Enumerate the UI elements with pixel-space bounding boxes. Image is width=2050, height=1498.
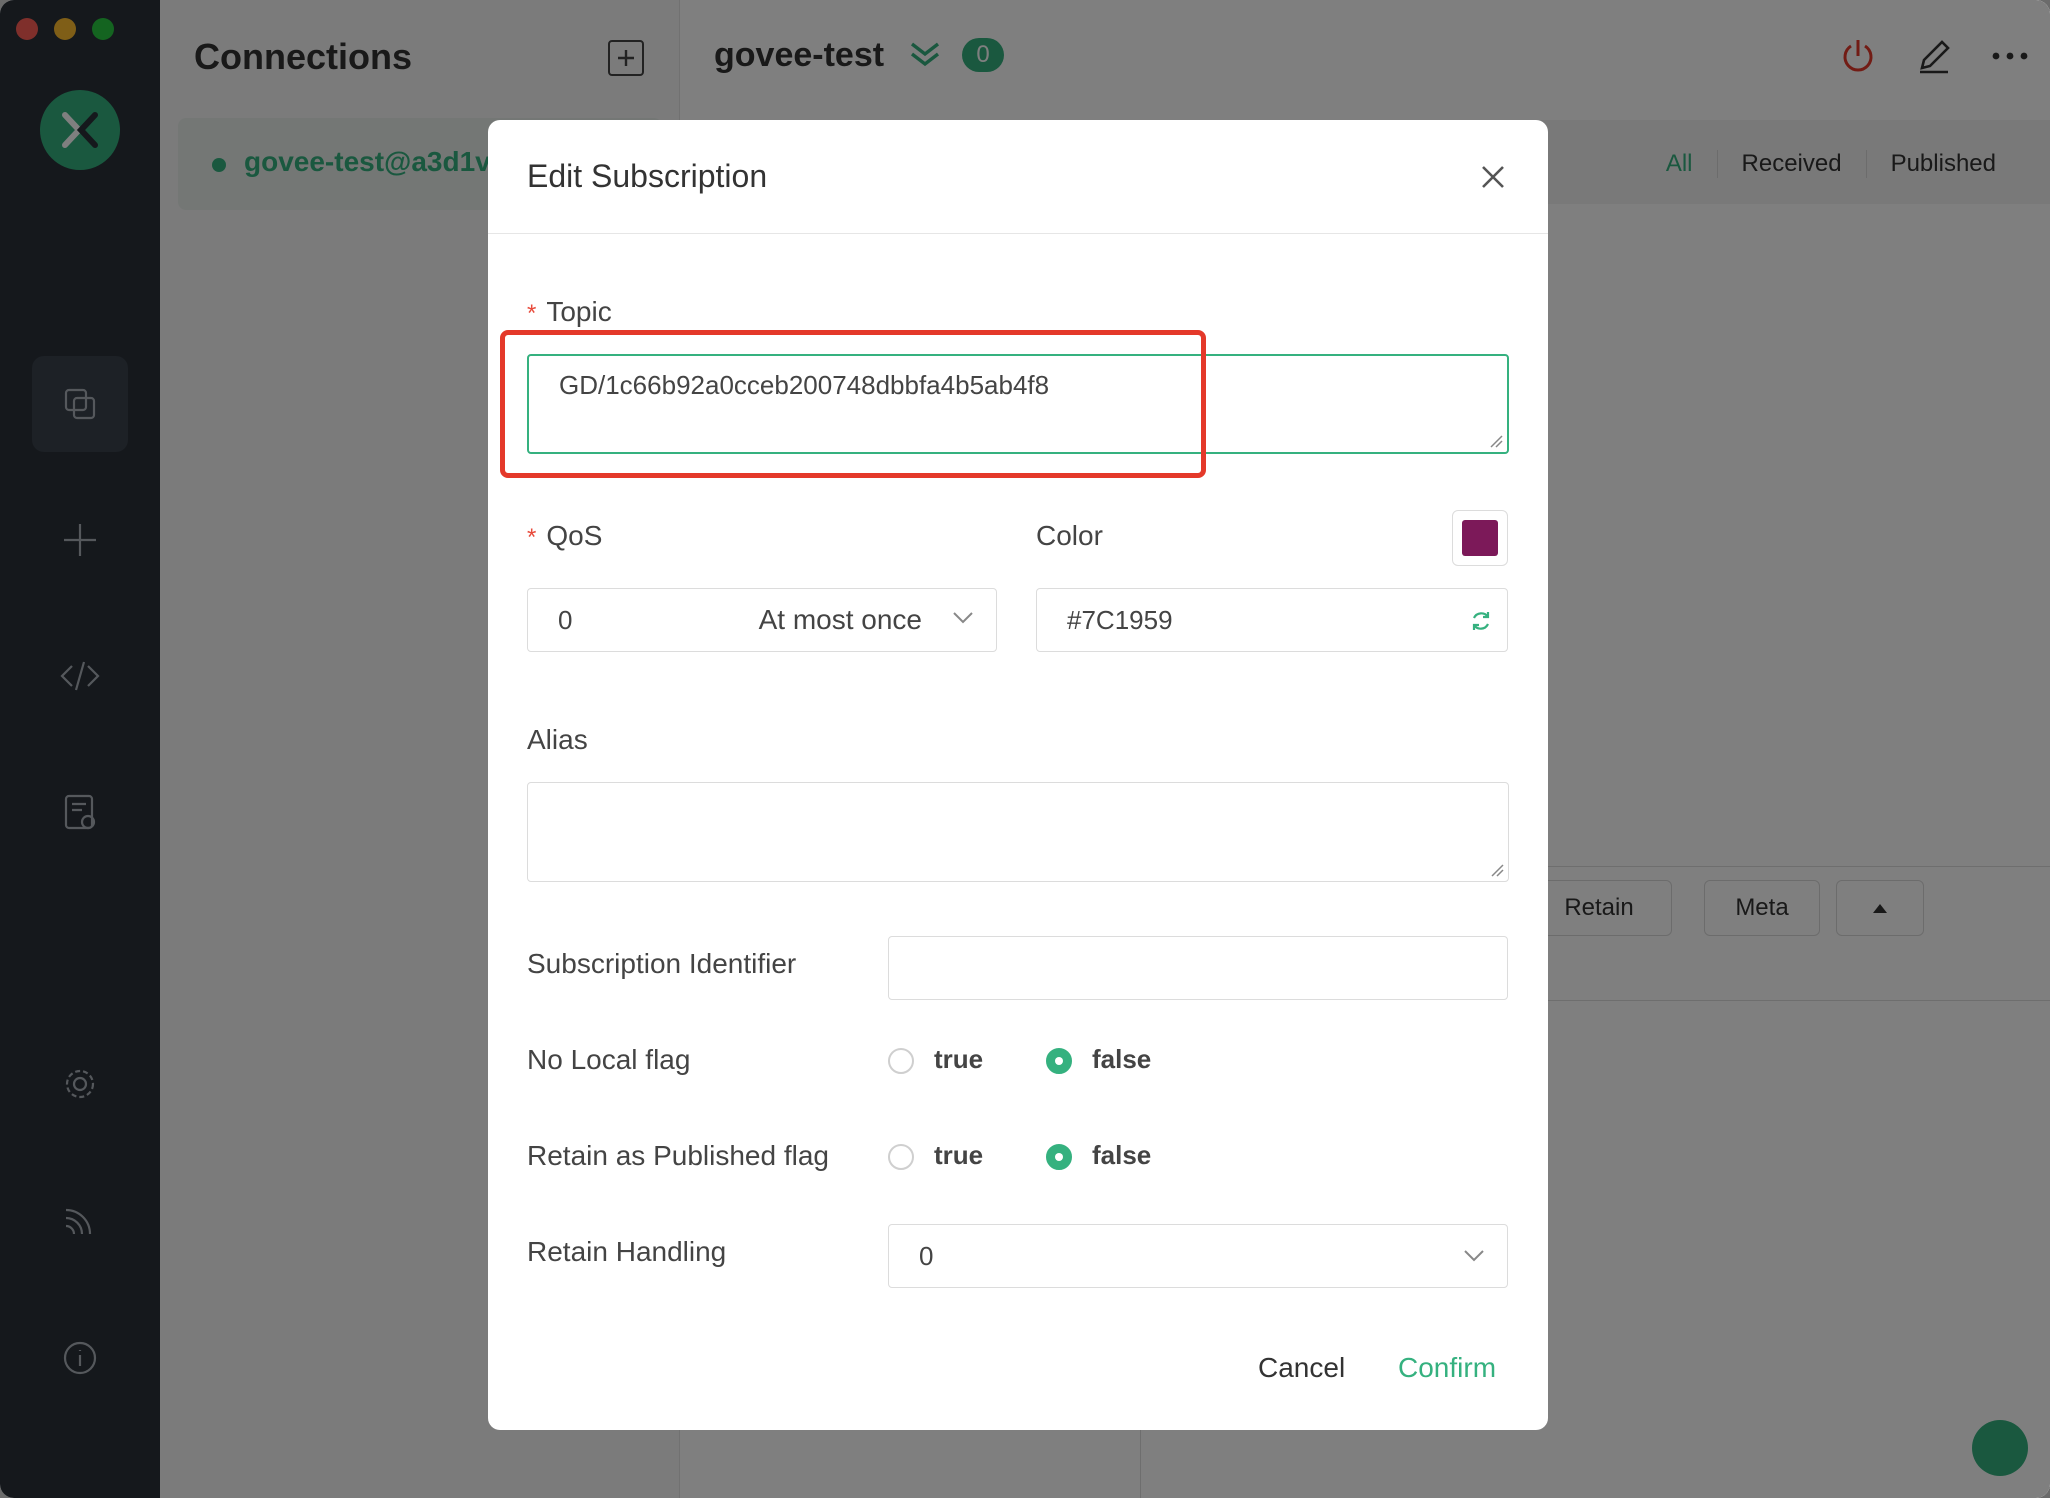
- required-marker: *: [527, 300, 537, 327]
- retain-handling-select[interactable]: 0: [888, 1224, 1508, 1288]
- required-marker: *: [527, 524, 537, 551]
- resize-handle-icon[interactable]: [1490, 863, 1504, 877]
- no-local-true-radio[interactable]: [888, 1048, 914, 1074]
- edit-subscription-dialog: Edit Subscription * Topic GD/1c66b92a0cce…: [488, 120, 1548, 1430]
- retain-as-published-false-label[interactable]: false: [1092, 1140, 1151, 1171]
- color-swatch: [1462, 520, 1498, 556]
- topic-label-text: Topic: [546, 296, 612, 327]
- qos-label: * QoS: [527, 520, 602, 552]
- refresh-icon[interactable]: [1469, 609, 1493, 633]
- qos-value: 0: [558, 605, 573, 635]
- color-value: #7C1959: [1067, 605, 1173, 635]
- dialog-header: Edit Subscription: [488, 120, 1548, 234]
- retain-handling-value: 0: [919, 1241, 934, 1271]
- dialog-title: Edit Subscription: [527, 158, 768, 194]
- subscription-identifier-label: Subscription Identifier: [527, 948, 797, 979]
- color-label: Color: [1036, 520, 1103, 551]
- color-picker-button[interactable]: [1452, 510, 1508, 566]
- subscription-identifier-input[interactable]: [888, 936, 1508, 1000]
- resize-handle-icon[interactable]: [1489, 434, 1503, 448]
- qos-select[interactable]: 0 At most once: [527, 588, 997, 652]
- no-local-false-label[interactable]: false: [1092, 1044, 1151, 1075]
- no-local-false-radio[interactable]: [1046, 1048, 1072, 1074]
- alias-input[interactable]: [527, 782, 1509, 882]
- retain-as-published-true-radio[interactable]: [888, 1144, 914, 1170]
- qos-label-text: QoS: [546, 520, 603, 551]
- no-local-label: No Local flag: [527, 1044, 691, 1075]
- retain-handling-label: Retain Handling: [527, 1236, 727, 1267]
- annotation-highlight-box: [500, 330, 1206, 478]
- qos-description: At most once: [758, 604, 922, 635]
- retain-as-published-label: Retain as Published flag: [527, 1140, 829, 1171]
- alias-label: Alias: [527, 724, 588, 755]
- chevron-down-icon: [1464, 1250, 1484, 1262]
- retain-as-published-true-label[interactable]: true: [934, 1140, 983, 1171]
- retain-as-published-false-radio[interactable]: [1046, 1144, 1072, 1170]
- chevron-down-icon: [953, 612, 973, 624]
- color-input[interactable]: #7C1959: [1036, 588, 1508, 652]
- cancel-button[interactable]: Cancel: [1258, 1352, 1345, 1384]
- confirm-button[interactable]: Confirm: [1398, 1352, 1496, 1384]
- no-local-true-label[interactable]: true: [934, 1044, 983, 1075]
- close-icon[interactable]: [1478, 162, 1508, 192]
- app-window: Connections govee-test@a3d1v govee-test …: [0, 0, 2050, 1498]
- topic-label: * Topic: [527, 296, 612, 328]
